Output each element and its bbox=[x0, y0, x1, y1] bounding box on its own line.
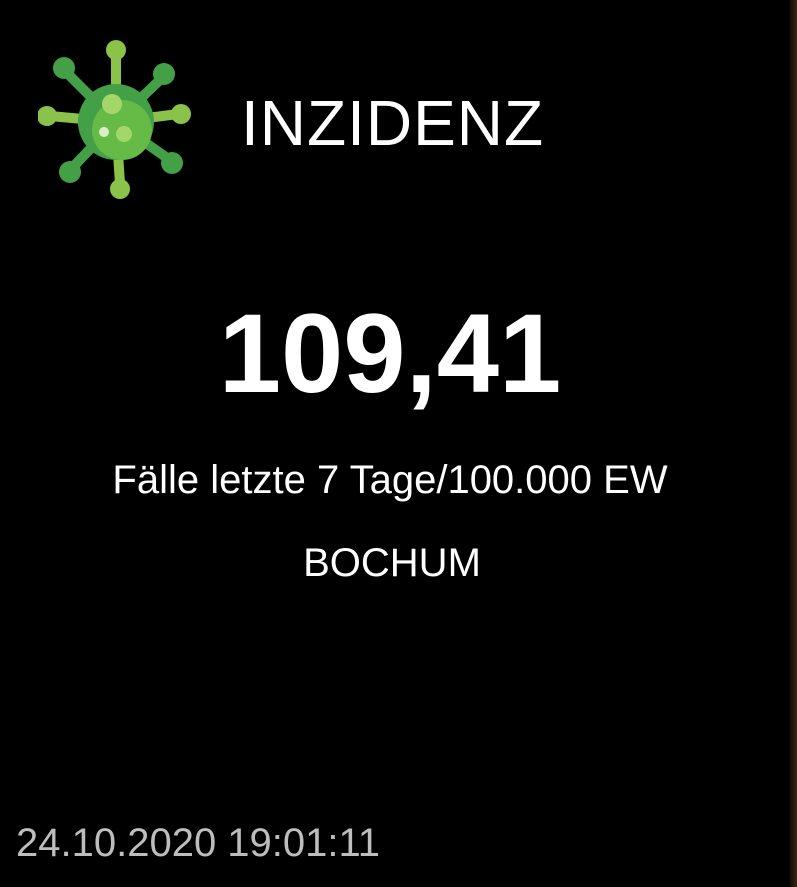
page-title: INZIDENZ bbox=[241, 87, 545, 159]
screen-edge bbox=[790, 0, 797, 887]
last-updated-timestamp: 24.10.2020 19:01:11 bbox=[16, 821, 381, 865]
incidence-unit-label: Fälle letzte 7 Tage/100.000 EW bbox=[112, 458, 668, 502]
header bbox=[38, 38, 194, 203]
incidence-widget: INZIDENZ 109,41 Fälle letzte 7 Tage/100.… bbox=[0, 0, 797, 887]
virus-icon bbox=[38, 40, 191, 199]
incidence-value: 109,41 bbox=[218, 291, 562, 416]
city-label: BOCHUM bbox=[303, 541, 481, 585]
